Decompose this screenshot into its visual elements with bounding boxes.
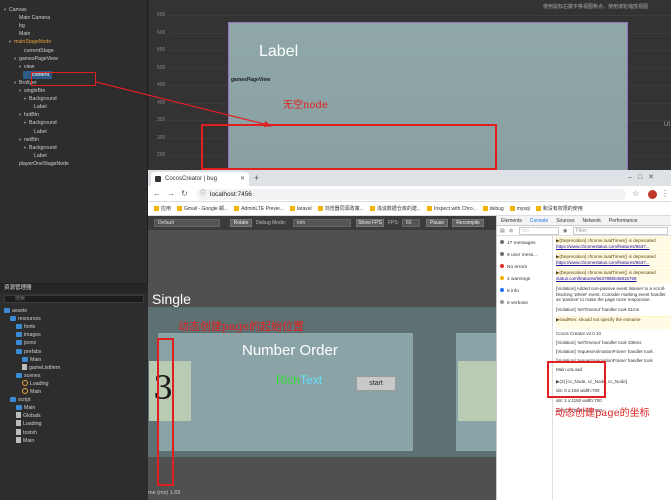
annotation-page-coords: 动态创建page的坐标 [555, 408, 650, 419]
annotation-start-position: 动态创建page的起始位置 [178, 320, 305, 333]
annotation-arrow [95, 81, 273, 127]
annotation-box-page-coords [547, 361, 606, 398]
annotation-box-start-position [157, 338, 174, 486]
annotation-box-empty-node [201, 124, 497, 170]
annotation-empty-node: 无空node [283, 100, 328, 111]
